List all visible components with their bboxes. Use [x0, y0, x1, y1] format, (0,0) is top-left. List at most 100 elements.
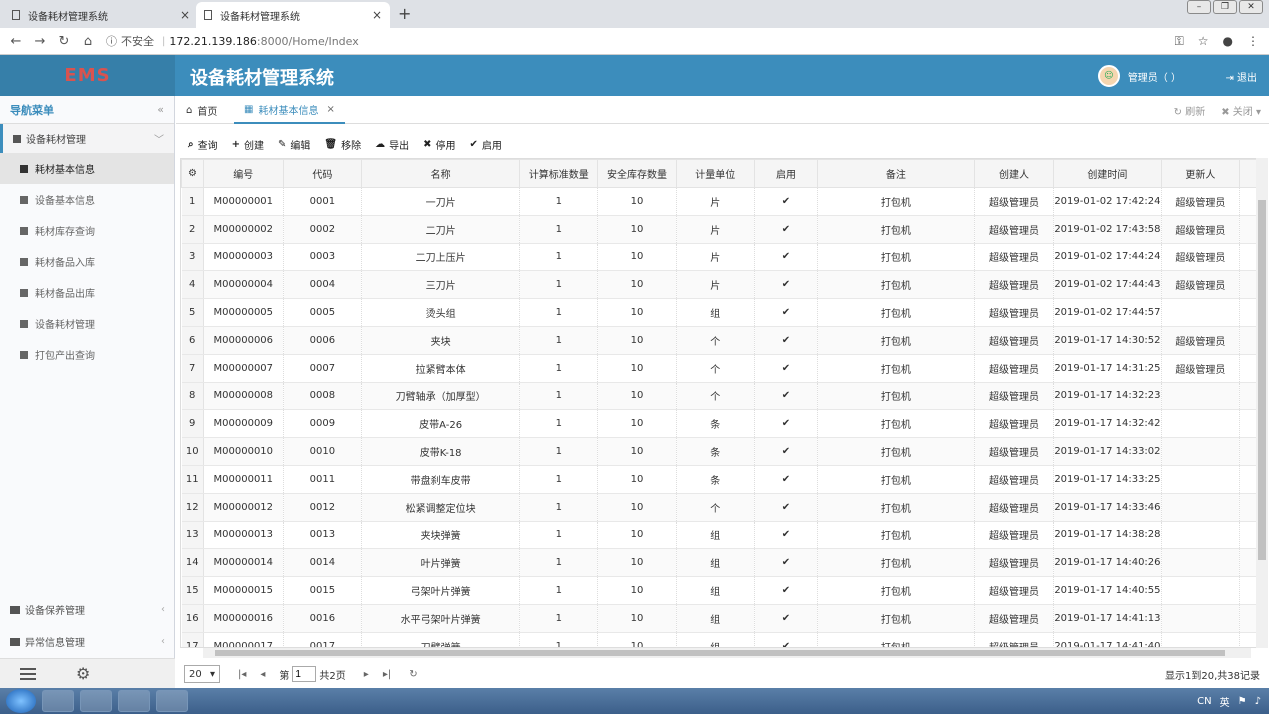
- table-row[interactable]: 1 M00000001 0001 一刀片 1 10 片 ✔ 打包机 超级管理员 2019-01-02…: [181, 187, 1263, 216]
- refresh-icon[interactable]: ↻: [409, 669, 417, 680]
- forward-button[interactable]: →: [28, 34, 52, 49]
- sidebar-item-stock-query[interactable]: 耗材库存查询: [0, 215, 174, 246]
- prev-page-button[interactable]: ◂: [260, 669, 265, 680]
- horizontal-scrollbar[interactable]: [203, 648, 1251, 658]
- user-menu[interactable]: ☺ 管理员（ ）: [1097, 65, 1181, 87]
- settings-column[interactable]: ⚙: [181, 159, 204, 188]
- column-header[interactable]: 安全库存数量: [597, 159, 677, 188]
- star-icon[interactable]: ☆: [1198, 34, 1209, 49]
- sidebar-item-material-info[interactable]: 耗材基本信息: [0, 153, 174, 184]
- tab-material-info[interactable]: ▦ 耗材基本信息 ×: [234, 96, 345, 124]
- browser-tab-active[interactable]: 设备耗材管理系统 ×: [196, 2, 390, 28]
- column-header[interactable]: 备注: [817, 159, 975, 188]
- vertical-scrollbar[interactable]: [1256, 158, 1268, 648]
- create-button[interactable]: + 创建: [232, 137, 264, 152]
- browser-tab[interactable]: 设备耗材管理系统 ×: [4, 2, 198, 28]
- column-header[interactable]: 代码: [282, 159, 363, 188]
- hamburger-icon[interactable]: [20, 667, 36, 680]
- lang-indicator[interactable]: 英: [1220, 694, 1230, 709]
- table-row[interactable]: 9 M00000009 0009 皮带A-26 1 10 条 ✔ 打包机 超级管理员 2019-01…: [181, 409, 1263, 439]
- table-row[interactable]: 15 M00000015 0015 弓架叶片弹簧 1 10 组 ✔ 打包机 超级管理员 2019-0…: [181, 576, 1263, 605]
- next-page-button[interactable]: ▸: [364, 669, 369, 680]
- table-row[interactable]: 17M000000170017刀臂弹簧110组✔打包机超级管理员2019-01-…: [181, 632, 1263, 647]
- ie-taskbar-icon[interactable]: [42, 690, 74, 712]
- sidebar-item-output-query[interactable]: 打包产出查询: [0, 339, 174, 370]
- row-number: 12: [181, 493, 204, 522]
- minimize-button[interactable]: –: [1187, 0, 1211, 14]
- close-icon[interactable]: ×: [372, 8, 382, 22]
- table-row[interactable]: 7 M00000007 0007 拉紧臂本体 1 10 个 ✔ 打包机 超级管理员 2019-01-…: [181, 354, 1263, 383]
- sidebar-group-equipment[interactable]: 设备耗材管理 ﹀: [0, 124, 174, 153]
- refresh-button[interactable]: ↻ 刷新: [1174, 103, 1206, 118]
- info-icon[interactable]: ⓘ: [106, 33, 117, 49]
- table-row[interactable]: 5 M00000005 0005 烫头组 1 10 组 ✔ 打包机 超级管理员 2019-01-02…: [181, 298, 1263, 327]
- table-row[interactable]: 8 M00000008 0008 刀臂轴承（加厚型） 1 10 个 ✔ 打包机 超级管理员 2019…: [181, 382, 1263, 411]
- table-row[interactable]: 14 M00000014 0014 叶片弹簧 1 10 组 ✔ 打包机 超级管理员 2019-01-…: [181, 548, 1263, 578]
- sidebar-group-exceptions[interactable]: 异常信息管理 ‹: [0, 626, 175, 657]
- tab-home[interactable]: ⌂ 首页: [186, 96, 217, 124]
- page-input[interactable]: [292, 666, 317, 682]
- table-row[interactable]: 4 M00000004 0004 三刀片 1 10 片 ✔ 打包机 超级管理员 2019-01-02…: [181, 270, 1263, 300]
- ime-indicator[interactable]: CN: [1197, 696, 1211, 707]
- table-cell: 组: [676, 521, 755, 550]
- column-header[interactable]: 更新人: [1160, 159, 1241, 188]
- scrollbar-thumb[interactable]: [215, 650, 1225, 656]
- table-row[interactable]: 16 M00000016 0016 水平弓架叶片弹簧 1 10 组 ✔ 打包机 超级管理员 2019…: [181, 604, 1263, 633]
- table-row[interactable]: 10 M00000010 0010 皮带K-18 1 10 条 ✔ 打包机 超级管理员 2019-0…: [181, 437, 1263, 466]
- sidebar-item-stock-out[interactable]: 耗材备品出库: [0, 277, 174, 308]
- scrollbar-thumb[interactable]: [1258, 200, 1266, 560]
- column-header[interactable]: 创建时间: [1053, 159, 1162, 188]
- last-page-button[interactable]: ▸|: [383, 669, 391, 680]
- logout-button[interactable]: ⇥ 退出: [1225, 69, 1257, 84]
- column-header[interactable]: 编号: [202, 159, 284, 188]
- sidebar-item-equipment-materials[interactable]: 设备耗材管理: [0, 308, 174, 339]
- column-header[interactable]: 创建人: [973, 159, 1055, 188]
- table-row[interactable]: 3 M00000003 0003 二刀上压片 1 10 片 ✔ 打包机 超级管理员 2019-01-…: [181, 243, 1263, 272]
- table-row[interactable]: 13 M00000013 0013 夹块弹簧 1 10 组 ✔ 打包机 超级管理员 2019-01-…: [181, 521, 1263, 550]
- enable-button[interactable]: ✔ 启用: [469, 137, 501, 152]
- disable-button[interactable]: ✖ 停用: [423, 137, 455, 152]
- table-cell: 0001: [283, 187, 363, 216]
- new-tab-button[interactable]: +: [398, 4, 411, 23]
- first-page-button[interactable]: |◂: [238, 669, 246, 680]
- menu-icon[interactable]: ⋮: [1247, 34, 1259, 49]
- account-icon[interactable]: ●: [1223, 34, 1233, 49]
- reload-button[interactable]: ↻: [52, 34, 76, 49]
- home-button[interactable]: ⌂: [76, 34, 100, 49]
- sidebar-item-equipment-info[interactable]: 设备基本信息: [0, 184, 174, 215]
- query-button[interactable]: ⌕ 查询: [188, 137, 218, 152]
- table-cell: 2019-01-17 14:33:46: [1053, 493, 1162, 522]
- table-row[interactable]: 6 M00000006 0006 夹块 1 10 个 ✔ 打包机 超级管理员 2019-01-17 …: [181, 326, 1263, 355]
- table-row[interactable]: 12 M00000012 0012 松紧调整定位块 1 10 个 ✔ 打包机 超级管理员 2019-…: [181, 493, 1263, 522]
- page-size-select[interactable]: 20 ▾: [184, 665, 220, 683]
- close-tabs-button[interactable]: ✖ 关闭 ▾: [1221, 103, 1261, 118]
- close-icon[interactable]: ×: [326, 104, 334, 115]
- export-button[interactable]: ☁ 导出: [375, 137, 409, 152]
- sidebar-item-stock-in[interactable]: 耗材备品入库: [0, 246, 174, 277]
- maximize-button[interactable]: ❐: [1213, 0, 1237, 14]
- close-icon[interactable]: ×: [180, 8, 190, 22]
- column-header[interactable]: 启用: [753, 159, 819, 188]
- start-button[interactable]: [6, 689, 36, 713]
- column-header[interactable]: 计量单位: [675, 159, 755, 188]
- gear-icon[interactable]: ⚙: [76, 664, 90, 683]
- table-row[interactable]: 2 M00000002 0002 二刀片 1 10 片 ✔ 打包机 超级管理员 2019-01-02…: [181, 215, 1263, 244]
- window-close-button[interactable]: ✕: [1239, 0, 1263, 14]
- collapse-icon[interactable]: «: [157, 103, 164, 116]
- key-icon[interactable]: ⚿: [1175, 34, 1184, 49]
- url-field[interactable]: 172.21.139.186:8000/Home/Index: [169, 35, 358, 48]
- enable-label: 启用: [481, 140, 502, 152]
- sidebar-group-maintenance[interactable]: 设备保养管理 ‹: [0, 594, 175, 625]
- back-button[interactable]: ←: [4, 34, 28, 49]
- column-header[interactable]: 计算标准数量: [519, 159, 599, 188]
- edit-button[interactable]: ✎ 编辑: [278, 137, 310, 152]
- chrome-taskbar-icon[interactable]: [80, 690, 112, 712]
- column-header[interactable]: 名称: [361, 159, 521, 188]
- logo[interactable]: EMS: [0, 55, 175, 96]
- explorer-taskbar-icon[interactable]: [118, 690, 150, 712]
- volume-icon[interactable]: ♪: [1255, 696, 1261, 707]
- app-taskbar-icon[interactable]: [156, 690, 188, 712]
- table-row[interactable]: 11 M00000011 0011 带盘刹车皮带 1 10 条 ✔ 打包机 超级管理员 2019-0…: [181, 465, 1263, 494]
- remove-button[interactable]: 🗑 移除: [324, 137, 361, 152]
- network-icon[interactable]: ⚑: [1238, 696, 1247, 707]
